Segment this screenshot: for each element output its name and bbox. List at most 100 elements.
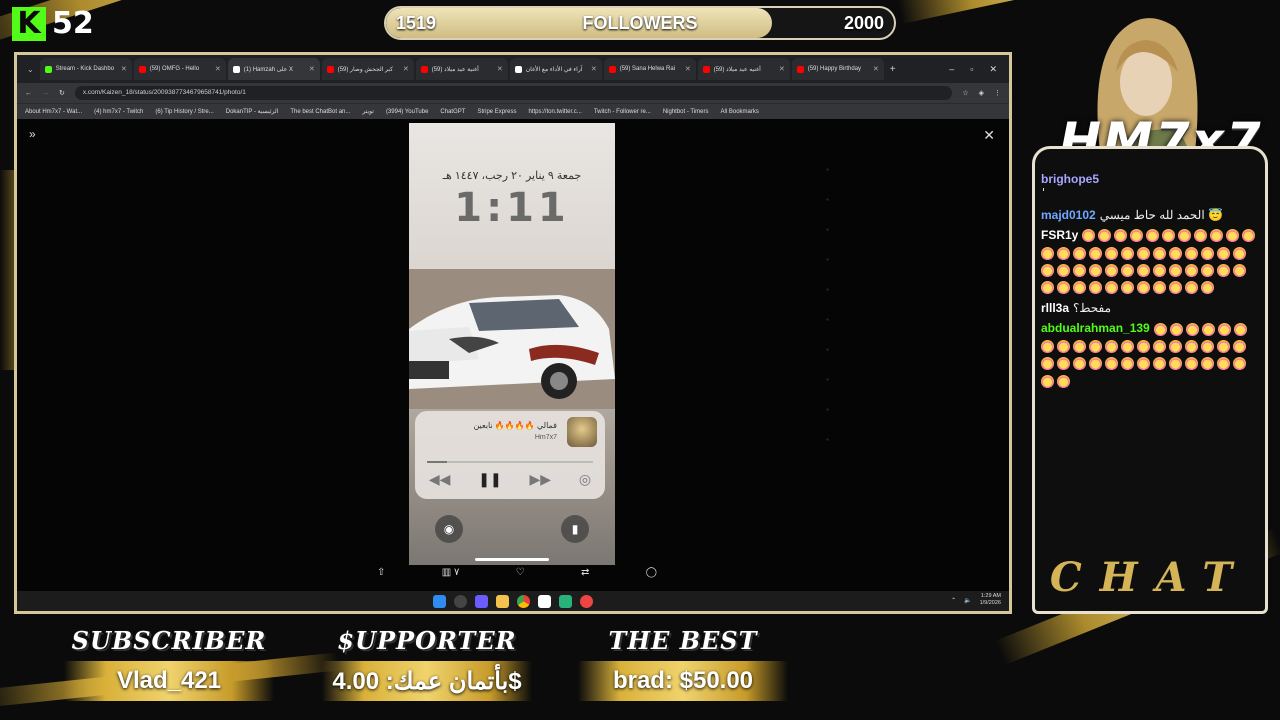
menu-icon[interactable]: ⋮ [994,89,1001,97]
tab-close-icon[interactable]: ✕ [215,65,221,73]
chat-username[interactable]: rlll3a [1041,301,1069,315]
browser-tab[interactable]: آراء في الأداء مع الأغان ✕ [509,58,602,80]
emote-icon [1217,263,1230,277]
browser-tab[interactable]: (59) Happy Birthday ✕ [791,58,884,80]
new-tab-icon[interactable]: + [886,64,896,75]
back-icon[interactable]: ← [25,90,32,97]
browser-tab[interactable]: Stream - Kick Dashbo ✕ [39,58,132,80]
file-explorer-icon[interactable] [496,594,509,608]
tab-close-icon[interactable]: ✕ [591,65,597,73]
bookmark-item[interactable]: Nightbot - Timers [663,109,709,115]
browser-tab[interactable]: (59) OMFG - Hello ✕ [133,58,226,80]
browser-tab[interactable]: (1) Hamzah على X ✕ [227,58,320,80]
chat-username[interactable]: FSR1y [1041,228,1078,242]
bookmark-item[interactable]: DokanTIP - الرئيسية [226,108,279,115]
bookmark-item[interactable]: All Bookmarks [721,109,759,115]
search-icon[interactable] [454,594,467,608]
close-viewer-icon[interactable]: ✕ [983,127,995,144]
like-icon[interactable]: ♡ [516,567,525,578]
emote-icon [1185,263,1198,277]
app-icon[interactable] [538,594,551,608]
emote-icon [1041,339,1054,353]
volume-icon[interactable]: 🔈 [964,597,971,604]
browser-tab[interactable]: (59) أغنية عيد ميلاد ✕ [415,58,508,80]
chat-username[interactable]: majd0102 [1041,208,1096,222]
tray-chevron-icon[interactable]: ⌃ [951,597,956,604]
bookmark-item[interactable]: Twitch - Follower re... [594,109,651,115]
discord-icon[interactable] [475,594,488,608]
system-clock[interactable]: 1:29 AM 1/9/2026 [980,593,1001,607]
best-title: THE BEST [608,626,758,655]
chat-text: ٰٰٰٰٰٰٰٰٰٰٰٰٰٰٰٰٰٰٰٰٰٰٰٰٰٰٰٰٰٰٰٰٰٰٰٰٰٰٰٰ… [1041,187,1263,203]
emote-icon [1217,339,1230,353]
chat-username[interactable]: brighope5 [1041,172,1099,186]
bookmark-item[interactable]: ChatGPT [440,109,465,115]
track-artist: Hm7x7 [534,434,557,441]
emote-icon [1114,229,1128,243]
best-value: brad: $50.00 [612,667,754,694]
bookmark-item[interactable]: Stripe Express [477,109,516,115]
tab-close-icon[interactable]: ✕ [685,65,691,73]
start-icon[interactable] [433,594,446,608]
emote-icon [1233,263,1246,277]
bookmark-item[interactable]: (3994) YouTube [386,109,428,115]
music-player-widget: فمالي 🔥🔥🔥🔥 نابعين Hm7x7 ◀◀ ❚❚ ▶▶ ◎ [415,411,605,499]
pause-icon[interactable]: ❚❚ [478,471,501,488]
bookmark-item[interactable]: (6) Tip History / Stre... [155,109,213,115]
views-icon[interactable]: ▥ ٧ [442,567,460,578]
bookmark-star-icon[interactable]: ☆ [962,89,968,97]
browser-tab[interactable]: (59) كبر الجحش وصار ✕ [321,58,414,80]
tab-favicon-icon [702,65,710,73]
tab-close-icon[interactable]: ✕ [121,65,127,73]
emote-icon [1169,322,1183,336]
reload-icon[interactable]: ↻ [59,89,65,97]
bookmark-item[interactable]: (4) hm7x7 - Twitch [94,109,143,115]
address-bar-row: ← → ↻ x.com/Kaizen_18/status/20093877346… [17,83,1009,103]
tab-search-icon[interactable]: ⌄ [23,65,38,74]
close-window-icon[interactable]: ✕ [989,64,997,75]
browser-tab[interactable]: (59) Sana Helwa Rai ✕ [603,58,696,80]
tab-close-icon[interactable]: ✕ [779,65,785,73]
bookmark-item[interactable]: About Hm7x7 - Wat... [25,109,82,115]
tab-close-icon[interactable]: ✕ [403,65,409,73]
latest-supporter: $UPPORTER بأتمان عمك: 4.00$ [322,626,532,706]
repost-icon[interactable]: ⇄ [581,567,589,578]
tab-close-icon[interactable]: ✕ [497,65,503,73]
clock-date: 1/9/2026 [979,600,1001,606]
emote-icon [1082,229,1096,243]
emote-icon [1217,357,1230,371]
minimize-icon[interactable]: – [949,64,954,75]
extensions-icon[interactable]: ◈ [979,89,984,97]
app-icon[interactable] [580,594,593,608]
url-field[interactable]: x.com/Kaizen_18/status/20093877346796587… [74,86,953,100]
bookmark-item[interactable]: The best ChatBot an... [290,109,350,115]
tab-close-icon[interactable]: ✕ [873,65,879,73]
airplay-icon[interactable]: ◎ [579,471,591,488]
emote-icon [1233,339,1246,353]
chrome-icon[interactable] [517,594,530,608]
emote-icon [1153,322,1167,336]
fast-forward-icon[interactable]: ▶▶ [530,471,552,488]
tab-label: Stream - Kick Dashbo [55,66,115,72]
bookmark-item[interactable]: https://ton.twitter.c... [528,109,581,115]
browser-tab[interactable]: (59) أغنيه عيد ميلاد ✕ [697,58,790,80]
emote-icon [1057,281,1070,295]
phone-screenshot: جمعة ٩ يناير ٢٠ رجب، ١٤٤٧ هـ 1:11 فمالي … [409,123,615,565]
reply-icon[interactable]: ◯ [646,567,657,578]
emote-icon [1121,263,1134,277]
emote-icon [1137,246,1150,260]
maximize-icon[interactable]: ▫ [970,64,973,75]
bookmark-item[interactable]: تويتر [362,108,374,115]
tab-close-icon[interactable]: ✕ [309,65,315,73]
chat-username[interactable]: abdualrahman_139 [1041,321,1150,335]
share-icon[interactable]: ⇧ [377,567,385,578]
tab-label: (1) Hamzah على X [243,66,293,73]
rewind-icon[interactable]: ◀◀ [429,471,451,488]
forward-icon[interactable]: → [42,90,49,97]
emote-icon [1073,263,1086,277]
expand-icon[interactable]: » [29,127,36,141]
tab-favicon-icon [138,65,146,73]
emote-icon [1137,281,1150,295]
tab-favicon-icon [326,65,334,73]
app-icon[interactable] [559,594,572,608]
